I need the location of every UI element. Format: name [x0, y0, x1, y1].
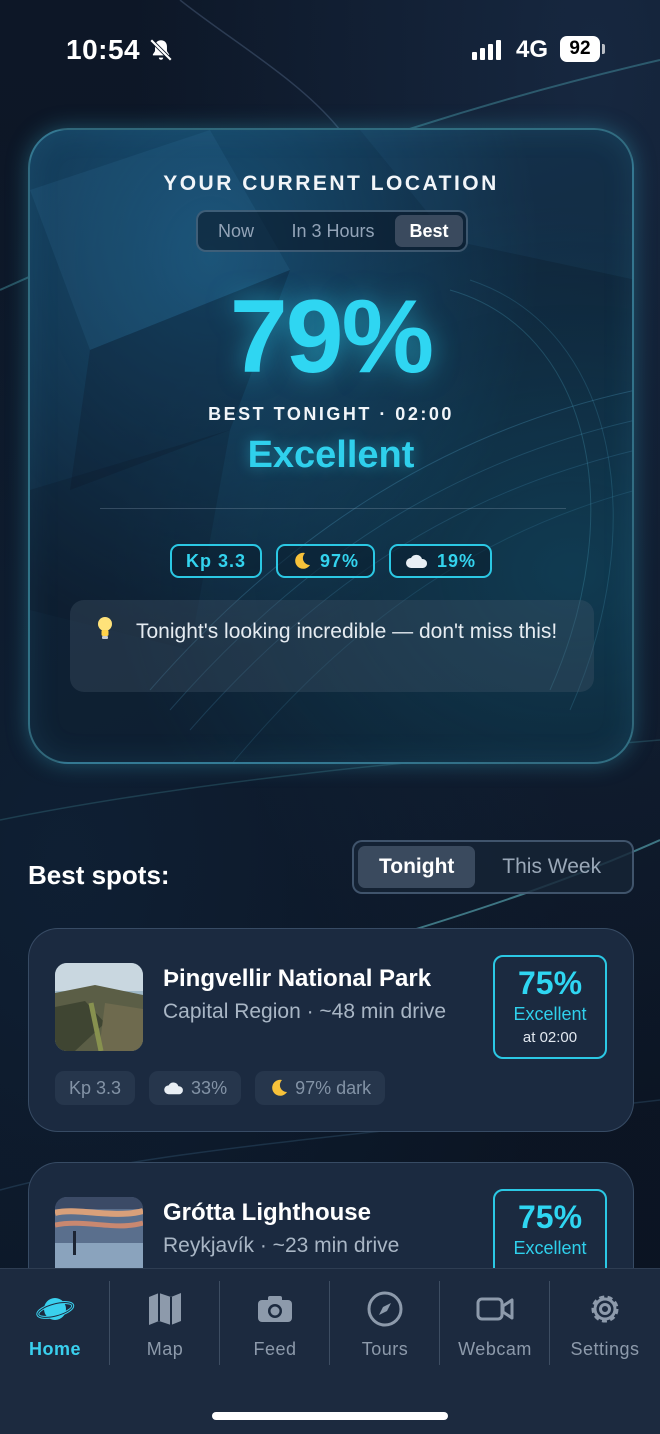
spot-rating: Excellent [513, 1004, 587, 1024]
cloud-icon [164, 1082, 183, 1095]
spot-kp: Kp 3.3 [55, 1071, 136, 1105]
planet-icon [36, 1298, 75, 1320]
tab-settings[interactable]: Settings [550, 1281, 660, 1365]
spot-card[interactable]: Þingvellir National Park Capital Region … [28, 928, 634, 1132]
spot-moon-label: 97% dark [295, 1078, 372, 1098]
segment-in-3-hours[interactable]: In 3 Hours [271, 215, 395, 247]
tab-map[interactable]: Map [110, 1281, 220, 1365]
segment-best[interactable]: Best [395, 215, 463, 247]
spot-region: Capital Region · ~48 min drive [163, 1000, 447, 1023]
tab-webcam[interactable]: Webcam [440, 1281, 550, 1365]
moon-chip: 97% [275, 544, 376, 578]
spot-cloud-label: 33% [191, 1078, 228, 1098]
spot-photo [55, 963, 143, 1051]
video-icon [476, 1297, 514, 1321]
battery-icon: 92 [560, 36, 600, 62]
moon-icon [295, 552, 310, 569]
tab-tours-label: Tours [361, 1339, 409, 1359]
spot-kp-label: Kp 3.3 [69, 1078, 122, 1098]
tab-this-week[interactable]: This Week [475, 846, 628, 888]
tab-settings-label: Settings [570, 1339, 640, 1359]
kp-chip: Kp 3.3 [169, 544, 262, 578]
signal-icon [472, 38, 501, 60]
tab-webcam-label: Webcam [458, 1339, 532, 1359]
condition-chips: Kp 3.3 97% 19% [30, 544, 632, 578]
battery-tip [602, 44, 605, 54]
tab-tonight[interactable]: Tonight [358, 846, 476, 888]
spot-rating: Excellent [513, 1238, 587, 1258]
camera-icon [258, 1296, 292, 1322]
cloud-icon [406, 554, 428, 568]
home-indicator[interactable] [212, 1412, 448, 1420]
aurora-probability: 79% [229, 279, 434, 395]
compass-icon [367, 1291, 403, 1327]
segment-now[interactable]: Now [201, 215, 271, 247]
spot-region: Reykjavík · ~23 min drive [163, 1234, 400, 1257]
bottom-tab-bar: Home Map Feed Tours Webcam Settings [0, 1268, 660, 1434]
moon-label: 97% [319, 551, 360, 571]
lightbulb-icon [98, 617, 112, 639]
spot-name: Þingvellir National Park [163, 965, 432, 992]
spot-stats: Kp 3.3 33% 97% dark [55, 1071, 386, 1105]
spot-time: at 02:00 [522, 1029, 578, 1046]
kp-label: Kp 3.3 [185, 551, 246, 571]
spot-cloud: 33% [149, 1071, 242, 1105]
spot-percent: 75% [517, 965, 583, 1001]
location-forecast-card: YOUR CURRENT LOCATION Now In 3 Hours Bes… [28, 128, 634, 764]
tab-feed-label: Feed [253, 1339, 297, 1359]
best-spots-heading: Best spots: [28, 860, 170, 890]
map-icon [149, 1293, 181, 1325]
status-time: 10:54 [66, 34, 141, 65]
bell-muted-icon [149, 38, 173, 62]
tab-tours[interactable]: Tours [330, 1281, 440, 1365]
best-time-label: BEST TONIGHT · 02:00 [208, 404, 454, 424]
time-segment-control: Now In 3 Hours Best [196, 210, 468, 252]
spot-moon: 97% dark [255, 1071, 386, 1105]
tab-feed[interactable]: Feed [220, 1281, 330, 1365]
divider [100, 508, 566, 509]
spots-range-toggle: Tonight This Week [352, 840, 634, 894]
gear-icon [591, 1295, 619, 1323]
moon-icon [272, 1079, 288, 1096]
network-label: 4G [516, 36, 549, 63]
cloud-chip: 19% [389, 544, 493, 578]
hero-title: YOUR CURRENT LOCATION [163, 172, 499, 195]
spot-score-badge: 75% Excellent at 02:00 [493, 955, 607, 1059]
tip-text: Tonight's looking incredible — don't mis… [136, 620, 558, 643]
tab-home[interactable]: Home [0, 1281, 110, 1365]
tab-home-label: Home [28, 1339, 81, 1359]
spot-percent: 75% [517, 1199, 583, 1235]
cloud-label: 19% [437, 551, 477, 571]
spot-name: Grótta Lighthouse [163, 1199, 371, 1226]
status-bar: 10:54 4G 92 [0, 0, 660, 100]
rating-label: Excellent [247, 434, 415, 476]
tab-map-label: Map [146, 1339, 184, 1359]
tip-box: Tonight's looking incredible — don't mis… [70, 600, 594, 692]
